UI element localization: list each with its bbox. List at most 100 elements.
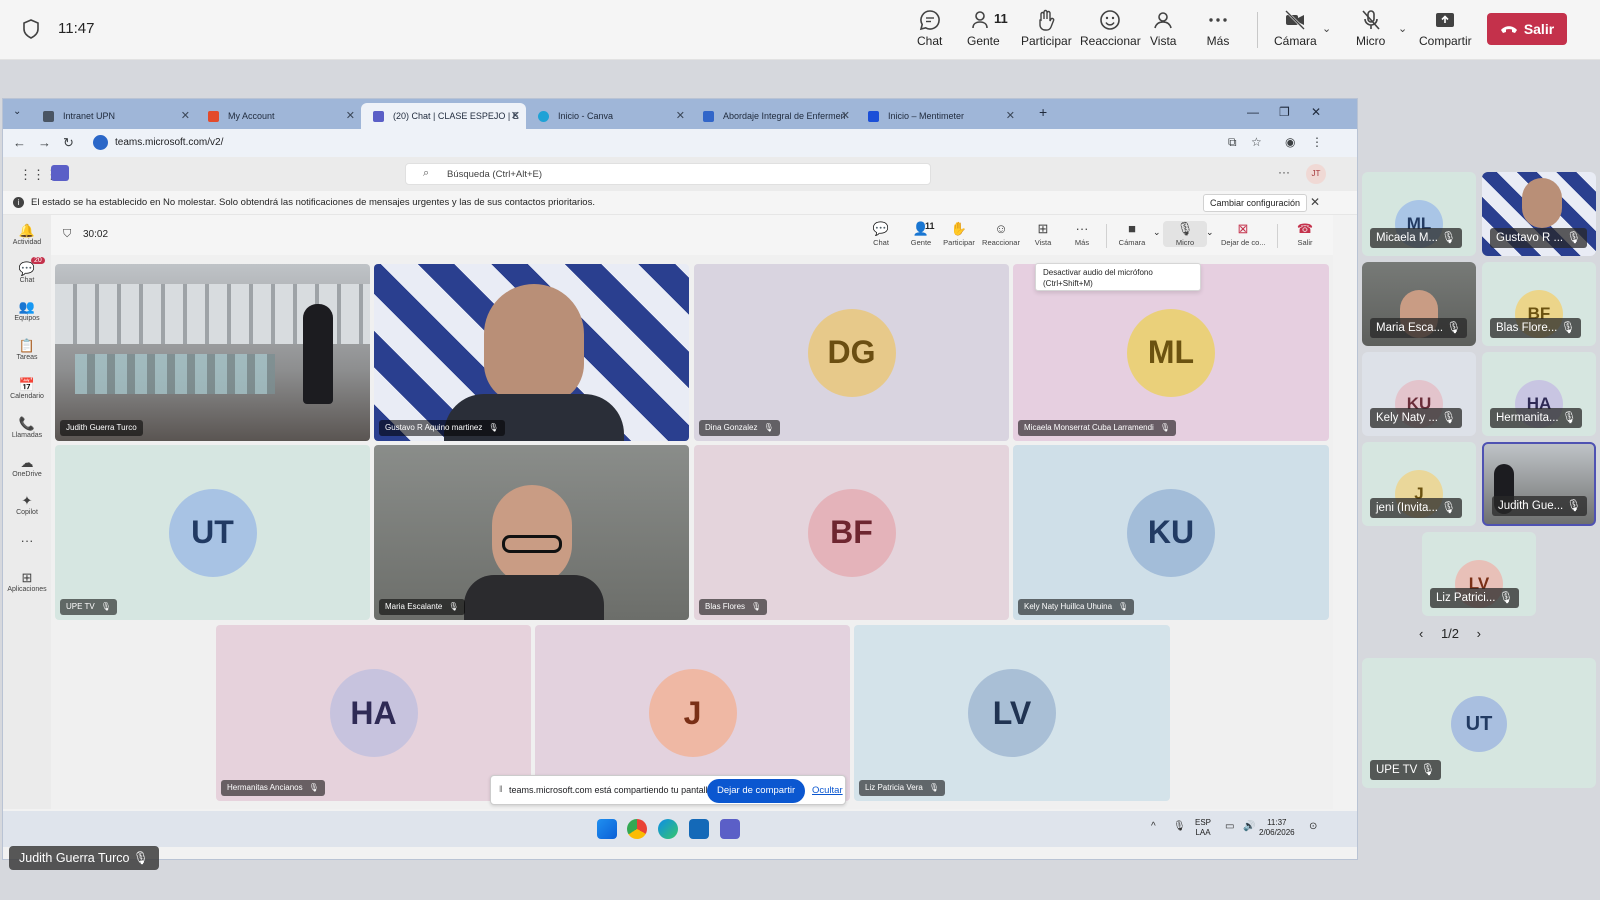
raise-hand-button[interactable]: Participar bbox=[1021, 8, 1072, 54]
rail-more-apps[interactable]: ··· bbox=[3, 533, 51, 549]
new-tab-plus-icon[interactable]: + bbox=[1039, 104, 1047, 120]
teams-taskbar-icon[interactable] bbox=[720, 819, 740, 839]
user-avatar[interactable]: JT bbox=[1306, 164, 1326, 184]
chat-button[interactable]: 💬 Chat bbox=[859, 221, 903, 247]
tab-close-icon[interactable]: ✕ bbox=[181, 103, 190, 129]
change-settings-button[interactable]: Cambiar configuración bbox=[1203, 194, 1308, 212]
browser-tab[interactable]: Inicio – Mentimeter ✕ bbox=[856, 103, 1021, 129]
mic-button[interactable]: Micro bbox=[1356, 8, 1385, 54]
view-button[interactable]: ⊞ Vista bbox=[1021, 221, 1065, 247]
mic-options-chevron-icon[interactable]: ⌄ bbox=[1206, 227, 1214, 238]
mic-options-chevron-icon[interactable]: ⌄ bbox=[1398, 22, 1407, 35]
raise-hand-button[interactable]: ✋ Participar bbox=[937, 221, 981, 247]
site-info-icon[interactable] bbox=[93, 135, 108, 150]
participant-tile-avatar[interactable]: UT UPE TV 🎙 bbox=[55, 445, 370, 620]
rail-item-onedrive[interactable]: ☁ OneDrive bbox=[3, 455, 51, 478]
gallery-participant-tile-video[interactable]: Maria Esca... 🎙 bbox=[1362, 262, 1476, 346]
browser-tab-active[interactable]: (20) Chat | CLASE ESPEJO | E ✕ bbox=[361, 103, 526, 129]
tab-close-icon[interactable]: ✕ bbox=[346, 103, 355, 129]
forward-arrow-icon[interactable]: → bbox=[38, 135, 51, 150]
rail-item-activity[interactable]: 🔔 Actividad bbox=[3, 223, 51, 246]
chrome-icon[interactable] bbox=[627, 819, 647, 839]
more-button[interactable]: ··· Más bbox=[1060, 221, 1104, 247]
previous-page-chevron-icon[interactable]: ‹ bbox=[1419, 626, 1423, 641]
clock[interactable]: 11:37 2/06/2026 bbox=[1259, 818, 1295, 838]
camera-button[interactable]: Cámara bbox=[1274, 8, 1317, 54]
banner-close-icon[interactable]: ✕ bbox=[1310, 195, 1320, 209]
tab-close-icon[interactable]: ✕ bbox=[511, 103, 520, 129]
chevron-up-icon[interactable]: ^ bbox=[1151, 821, 1156, 832]
browser-tab[interactable]: Abordaje Integral de Enfermeri ✕ bbox=[691, 103, 856, 129]
participant-tile-avatar[interactable]: LV Liz Patricia Vera 🎙 bbox=[854, 625, 1170, 801]
rail-item-calendar[interactable]: 📅 Calendario bbox=[3, 377, 51, 400]
profile-icon[interactable]: ◉ bbox=[1285, 135, 1295, 149]
gallery-participant-tile[interactable]: HA Hermanita... 🎙 bbox=[1482, 352, 1596, 436]
drag-handle-icon[interactable]: ‖ bbox=[499, 784, 503, 794]
gallery-participant-tile[interactable]: ML Micaela M... 🎙 bbox=[1362, 172, 1476, 256]
tab-close-icon[interactable]: ✕ bbox=[676, 103, 685, 129]
stop-sharing-button[interactable]: Dejar de compartir bbox=[707, 779, 806, 803]
tab-close-icon[interactable]: ✕ bbox=[841, 103, 850, 129]
people-button[interactable]: 11 Gente bbox=[967, 8, 1008, 54]
gallery-participant-tile[interactable]: J jeni (Invita... 🎙 bbox=[1362, 442, 1476, 526]
minimize-icon[interactable]: — bbox=[1247, 105, 1259, 119]
share-button[interactable]: Compartir bbox=[1419, 8, 1472, 54]
language-indicator[interactable]: ESP LAA bbox=[1195, 818, 1211, 838]
leave-button[interactable]: ☎ Salir bbox=[1283, 221, 1327, 247]
participant-tile-avatar[interactable]: BF Blas Flores 🎙 bbox=[694, 445, 1009, 620]
restore-icon[interactable]: ❐ bbox=[1279, 105, 1290, 119]
chat-button[interactable]: Chat bbox=[917, 8, 942, 54]
participant-tile-avatar[interactable]: DG Dina Gonzalez 🎙 bbox=[694, 264, 1009, 441]
tab-search-chevron-icon[interactable]: ⌄ bbox=[13, 106, 27, 120]
more-button[interactable]: Más bbox=[1206, 8, 1230, 54]
bookmark-star-icon[interactable]: ☆ bbox=[1251, 135, 1262, 149]
participant-tile-avatar[interactable]: KU Kely Naty Huillca Uhuina 🎙 bbox=[1013, 445, 1329, 620]
gallery-participant-tile[interactable]: KU Kely Naty ... 🎙 bbox=[1362, 352, 1476, 436]
mic-tray-icon[interactable]: 🎙 bbox=[1173, 821, 1186, 832]
gallery-participant-tile[interactable]: BF Blas Flore... 🎙 bbox=[1482, 262, 1596, 346]
browser-tab[interactable]: Intranet UPN ✕ bbox=[31, 103, 196, 129]
leave-button[interactable]: Salir bbox=[1487, 13, 1567, 45]
tab-close-icon[interactable]: ✕ bbox=[1006, 103, 1015, 129]
browser-menu-icon[interactable]: ⋮ bbox=[1311, 135, 1323, 149]
participant-tile-avatar[interactable]: HA Hermanitas Ancianos 🎙 bbox=[216, 625, 531, 801]
react-button[interactable]: ☺ Reaccionar bbox=[979, 221, 1023, 247]
next-page-chevron-icon[interactable]: › bbox=[1477, 626, 1481, 641]
rail-item-calls[interactable]: 📞 Llamadas bbox=[3, 416, 51, 439]
more-options-icon[interactable]: ··· bbox=[1278, 165, 1290, 179]
back-arrow-icon[interactable]: ← bbox=[13, 135, 26, 150]
gallery-participant-tile[interactable]: LV Liz Patrici... 🎙 bbox=[1422, 532, 1536, 616]
gallery-participant-tile-video-active[interactable]: Judith Gue... 🎙 bbox=[1482, 442, 1596, 526]
participant-tile-video[interactable]: Gustavo R Aquino martinez 🎙 bbox=[374, 264, 689, 441]
rail-item-copilot[interactable]: ✦ Copilot bbox=[3, 493, 51, 516]
stop-sharing-button[interactable]: ⊠ Dejar de co... bbox=[1221, 221, 1266, 247]
url-field[interactable]: teams.microsoft.com/v2/ bbox=[91, 132, 1311, 154]
mic-button[interactable]: 🎙 Micro bbox=[1163, 221, 1207, 247]
rail-item-tasks[interactable]: 📋 Tareas bbox=[3, 338, 51, 361]
gallery-participant-tile-large[interactable]: UT UPE TV 🎙 bbox=[1362, 658, 1596, 788]
rail-item-chat[interactable]: 💬 20 Chat bbox=[3, 257, 51, 284]
edge-icon[interactable] bbox=[658, 819, 678, 839]
participant-tile-video[interactable]: Judith Guerra Turco bbox=[55, 264, 370, 441]
rail-item-apps[interactable]: ⊞ Aplicaciones bbox=[3, 570, 51, 593]
react-button[interactable]: Reaccionar bbox=[1080, 8, 1141, 54]
gallery-participant-tile-video[interactable]: Gustavo R ... 🎙 bbox=[1482, 172, 1596, 256]
network-icon[interactable]: ▭ bbox=[1225, 821, 1234, 832]
notifications-icon[interactable]: ⊙ bbox=[1309, 821, 1317, 832]
close-window-icon[interactable]: ✕ bbox=[1311, 105, 1321, 119]
volume-icon[interactable]: 🔊 bbox=[1243, 821, 1255, 832]
camera-options-chevron-icon[interactable]: ⌄ bbox=[1153, 227, 1161, 238]
browser-tab[interactable]: My Account ✕ bbox=[196, 103, 361, 129]
reload-icon[interactable]: ↻ bbox=[63, 135, 74, 151]
camera-options-chevron-icon[interactable]: ⌄ bbox=[1322, 22, 1331, 35]
teams-search-input[interactable]: ⌕ Búsqueda (Ctrl+Alt+E) bbox=[405, 163, 931, 185]
rail-item-teams[interactable]: 👥 Equipos bbox=[3, 299, 51, 322]
install-app-icon[interactable]: ⧉ bbox=[1228, 135, 1237, 150]
outlook-icon[interactable] bbox=[689, 819, 709, 839]
browser-tab[interactable]: Inicio - Canva ✕ bbox=[526, 103, 691, 129]
participant-tile-video[interactable]: Maria Escalante 🎙 bbox=[374, 445, 689, 620]
camera-button[interactable]: ■ Cámara bbox=[1110, 221, 1154, 247]
view-button[interactable]: Vista bbox=[1150, 8, 1176, 54]
windows-start-icon[interactable] bbox=[597, 819, 617, 839]
hide-link[interactable]: Ocultar bbox=[812, 785, 843, 796]
